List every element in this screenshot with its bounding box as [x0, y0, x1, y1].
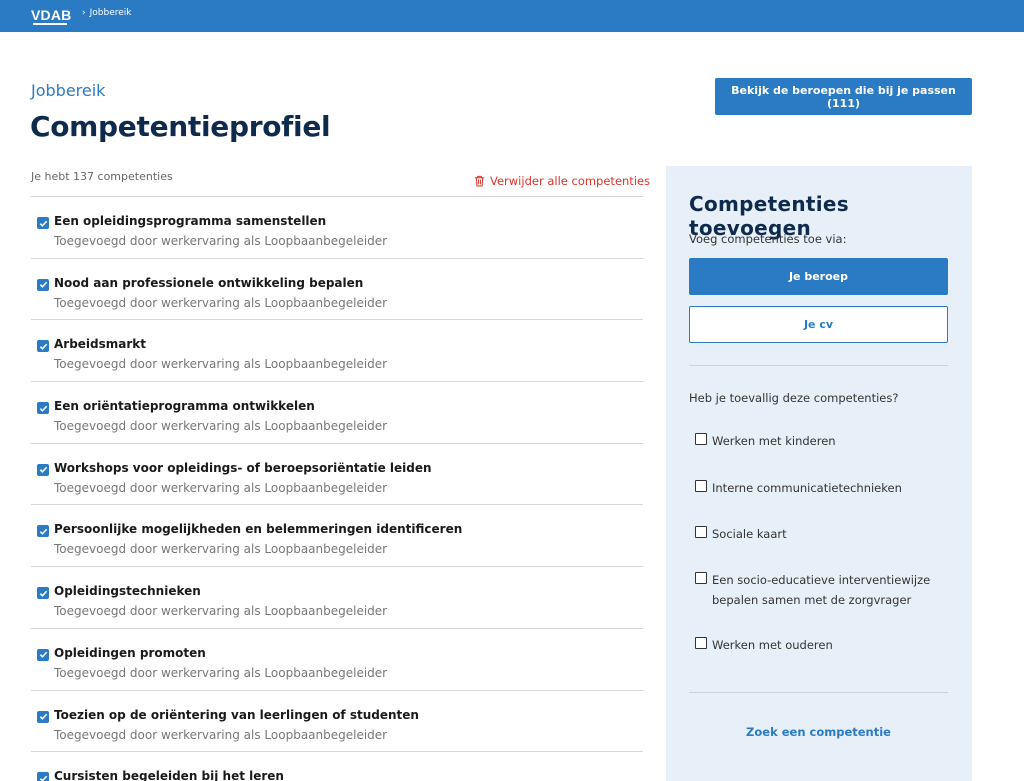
suggestion-checkbox[interactable] — [695, 572, 707, 584]
competence-row: Toezien op de oriëntering van leerlingen… — [31, 689, 643, 752]
competence-name: Een opleidingsprogramma samenstellen — [54, 214, 327, 228]
competence-checkbox[interactable] — [37, 278, 49, 291]
view-matching-jobs-button[interactable]: Bekijk de beroepen die bij je passen (11… — [715, 78, 972, 115]
competence-name: Persoonlijke mogelijkheden en belemmerin… — [54, 522, 463, 537]
competence-checkbox[interactable] — [37, 340, 49, 353]
logo-underline — [33, 23, 67, 25]
checkmark-icon — [39, 281, 47, 289]
competence-row: Nood aan professionele ontwikkeling bepa… — [31, 257, 643, 320]
checkmark-icon — [39, 466, 47, 474]
panel-divider — [689, 365, 948, 366]
competence-row: Opleidingstechnieken Toegevoegd door werk… — [31, 566, 643, 628]
page-title: Competentieprofiel — [30, 110, 331, 143]
suggestion-checkbox[interactable] — [695, 526, 707, 538]
breadcrumb: › Jobbereik — [82, 8, 132, 18]
competence-source: Toegevoegd door werkervaring als Loopbaa… — [54, 665, 388, 680]
top-bar: VDAB › Jobbereik — [0, 0, 1024, 32]
trash-icon — [474, 175, 485, 187]
competence-name: Opleidingstechnieken — [54, 584, 201, 599]
suggestion-label: Interne communicatietechnieken — [712, 481, 902, 495]
competence-checkbox[interactable] — [37, 772, 49, 781]
delete-all-competences-link[interactable]: Verwijder alle competenties — [474, 174, 650, 188]
competence-name: Opleidingen promoten — [54, 645, 206, 660]
suggestion-item[interactable]: Een socio-educatieve interventiewijze be… — [695, 570, 952, 610]
competence-name: Arbeidsmarkt — [54, 337, 147, 352]
panel-subtitle: Voeg competenties toe via: — [689, 232, 847, 246]
delete-all-label: Verwijder alle competenties — [490, 174, 651, 188]
panel-divider — [689, 692, 948, 693]
competence-row: Een opleidingsprogramma samenstellen Toeg… — [31, 196, 643, 258]
chevron-right-icon: › — [82, 8, 86, 18]
suggestion-item[interactable]: Interne communicatietechnieken — [695, 478, 952, 498]
competence-source: Toegevoegd door werkervaring als Loopbaa… — [54, 480, 388, 495]
competence-checkbox[interactable] — [37, 525, 49, 538]
suggestion-checkbox[interactable] — [695, 433, 707, 445]
competence-name: Cursisten begeleiden bij het leren — [54, 769, 284, 781]
competence-name: Nood aan professionele ontwikkeling bepa… — [54, 275, 364, 290]
checkmark-icon — [39, 775, 47, 781]
suggestion-checkbox[interactable] — [695, 480, 707, 492]
suggestion-label: Werken met kinderen — [712, 434, 836, 448]
competence-source: Toegevoegd door werkervaring als Loopbaa… — [54, 295, 388, 310]
add-via-occupation-button[interactable]: Je beroep — [689, 258, 948, 295]
competence-source: Toegevoegd door werkervaring als Loopbaa… — [54, 419, 388, 434]
checkmark-icon — [39, 528, 47, 535]
suggestion-item[interactable]: Sociale kaart — [695, 524, 952, 544]
competence-source: Toegevoegd door werkervaring als Loopbaa… — [54, 604, 388, 619]
competence-row: Een oriëntatieprogramma ontwikkelen Toege… — [31, 381, 643, 443]
competence-checkbox[interactable] — [37, 710, 49, 723]
competence-source: Toegevoegd door werkervaring als Loopbaa… — [54, 542, 388, 557]
competence-list: Een opleidingsprogramma samenstellen Toeg… — [31, 196, 643, 781]
competence-checkbox[interactable] — [37, 217, 49, 229]
checkmark-icon — [39, 405, 47, 412]
competence-source: Toegevoegd door werkervaring als Loopbaa… — [54, 234, 388, 248]
add-competences-panel: Competenties toevoegen Voeg competenties… — [666, 166, 972, 781]
suggestion-label: Sociale kaart — [712, 527, 787, 541]
competence-source: Toegevoegd door werkervaring als Loopbaa… — [54, 727, 388, 742]
competence-name: Een oriëntatieprogramma ontwikkelen — [54, 399, 315, 414]
suggestion-checkbox[interactable] — [695, 637, 707, 649]
suggestion-label: Werken met ouderen — [712, 638, 833, 652]
competence-checkbox[interactable] — [37, 402, 49, 415]
vdab-logo[interactable]: VDAB — [31, 7, 71, 23]
competence-row: Arbeidsmarkt Toegevoegd door werkervaring… — [31, 319, 643, 381]
suggestion-item[interactable]: Werken met ouderen — [695, 635, 952, 655]
competence-row: Workshops voor opleidings- of beroepsori… — [31, 442, 643, 505]
suggestion-label: Een socio-educatieve interventiewijze be… — [712, 573, 931, 607]
page-eyebrow: Jobbereik — [31, 81, 106, 100]
competence-row: Persoonlijke mogelijkheden en belemmerin… — [31, 504, 643, 566]
competence-row: Cursisten begeleiden bij het leren — [31, 751, 643, 781]
checkmark-icon — [39, 220, 47, 227]
add-via-cv-button[interactable]: Je cv — [689, 306, 948, 343]
competence-row: Opleidingen promoten Toegevoegd door werk… — [31, 627, 643, 690]
suggestion-item[interactable]: Werken met kinderen — [695, 431, 952, 451]
competence-checkbox[interactable] — [37, 587, 49, 600]
checkmark-icon — [39, 343, 47, 350]
competence-checkbox[interactable] — [37, 648, 49, 661]
checkmark-icon — [39, 652, 47, 659]
competence-checkbox[interactable] — [37, 463, 49, 476]
suggestions-heading: Heb je toevallig deze competenties? — [689, 391, 899, 405]
checkmark-icon — [39, 590, 47, 597]
competence-count: Je hebt 137 competenties — [31, 170, 173, 183]
search-competence-link[interactable]: Zoek een competentie — [689, 725, 948, 739]
competence-name: Toezien op de oriëntering van leerlingen… — [54, 707, 419, 722]
competence-source: Toegevoegd door werkervaring als Loopbaa… — [54, 357, 388, 372]
breadcrumb-item-jobbereik[interactable]: Jobbereik — [90, 8, 132, 18]
competence-name: Workshops voor opleidings- of beroepsori… — [54, 460, 432, 475]
checkmark-icon — [39, 713, 47, 720]
